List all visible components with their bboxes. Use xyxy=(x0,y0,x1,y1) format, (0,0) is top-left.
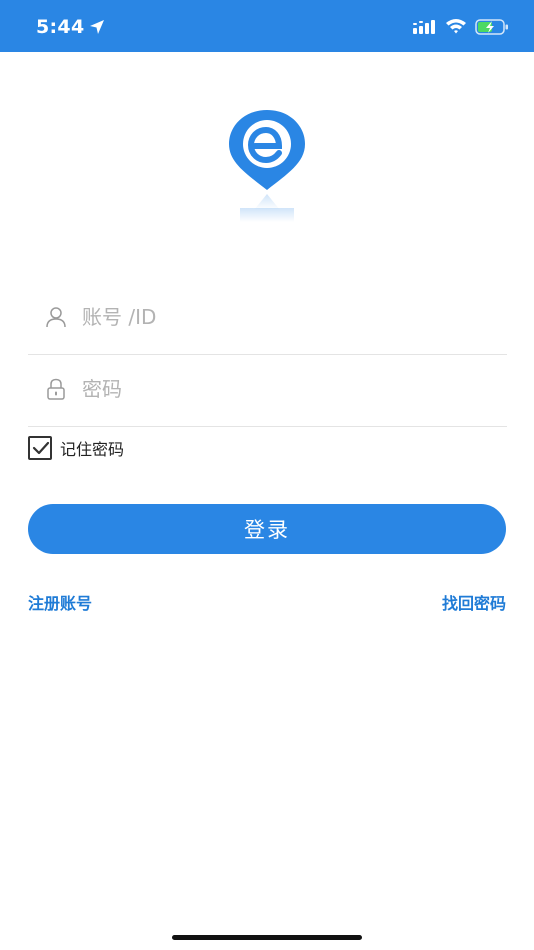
account-field xyxy=(28,284,507,355)
remember-password-toggle[interactable]: 记住密码 xyxy=(28,435,124,461)
login-button[interactable]: 登录 xyxy=(28,504,506,554)
location-arrow-icon xyxy=(90,20,104,34)
wifi-icon xyxy=(446,19,466,34)
lock-icon xyxy=(47,378,65,400)
e-location-pin-logo xyxy=(229,110,305,222)
register-link[interactable]: 注册账号 xyxy=(28,590,92,614)
status-time: 5:44 xyxy=(36,16,85,38)
battery-charging-icon xyxy=(475,19,508,35)
account-input[interactable] xyxy=(82,300,482,334)
signal-icon xyxy=(413,20,435,34)
remember-checkbox[interactable] xyxy=(28,436,52,460)
home-indicator[interactable] xyxy=(172,935,362,940)
status-bar: 5:44 xyxy=(0,0,534,52)
user-icon xyxy=(46,307,66,328)
checkmark-icon xyxy=(32,441,50,455)
password-field xyxy=(28,356,507,427)
forgot-password-link[interactable]: 找回密码 xyxy=(442,590,506,614)
password-input[interactable] xyxy=(82,372,482,406)
remember-label: 记住密码 xyxy=(60,440,125,459)
